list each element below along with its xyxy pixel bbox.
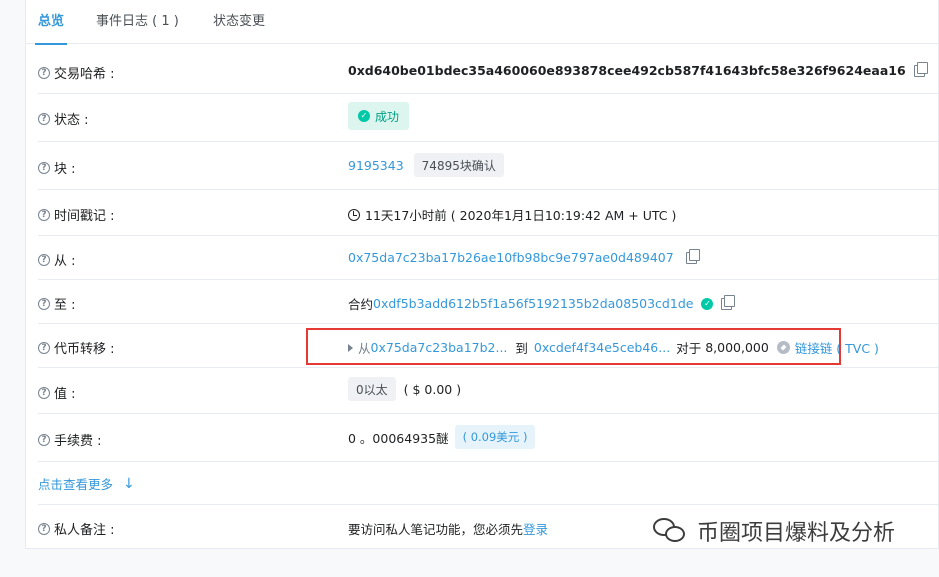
status-badge: ✓ 成功: [348, 102, 410, 130]
transaction-details-card: 总览 事件日志 ( 1 ) 状态变更 ? 交易哈希 : 0xd640be01bd…: [25, 0, 939, 549]
help-icon[interactable]: ?: [38, 522, 50, 535]
login-link[interactable]: 登录: [523, 519, 548, 538]
tab-event-logs[interactable]: 事件日志 ( 1 ): [96, 0, 179, 44]
to-value: 合约 0xdf5b3add612b5f1a56f5192135b2da08503…: [348, 294, 736, 313]
to-label: ? 至 :: [38, 294, 76, 313]
help-icon[interactable]: ?: [38, 112, 50, 125]
row-to: ? 至 : 合约 0xdf5b3add612b5f1a56f5192135b2d…: [38, 280, 939, 324]
show-more-link[interactable]: 点击查看更多 ↓: [38, 474, 135, 493]
help-icon[interactable]: ?: [38, 297, 50, 310]
help-icon[interactable]: ?: [38, 161, 50, 174]
highlight-box: [306, 328, 841, 365]
row-block: ? 块 : 9195343 74895块确认: [38, 142, 939, 190]
tab-state-changes[interactable]: 状态变更: [213, 0, 265, 44]
to-address-link[interactable]: 0xdf5b3add612b5f1a56f5192135b2da08503cd1…: [373, 296, 693, 311]
tx-hash-value: 0xd640be01bdec35a460060e893878cee492cb58…: [348, 61, 928, 78]
value-usd: ( $ 0.00 ): [403, 381, 462, 397]
help-icon[interactable]: ?: [38, 66, 50, 79]
check-circle-icon: ✓: [358, 110, 370, 122]
arrow-down-icon: ↓: [123, 475, 135, 492]
private-note-text: 要访问私人笔记功能，您必须先: [348, 522, 524, 537]
row-timestamp: ? 时间戳记 : 11天17小时前 ( 2020年1月1日10:19:42 AM…: [38, 190, 939, 236]
help-icon[interactable]: ?: [38, 386, 50, 399]
fee-usd-badge: ( 0.09美元 ): [454, 425, 536, 449]
row-from: ? 从 : 0x75da7c23ba17b26ae10fb98bc9e797ae…: [38, 236, 939, 280]
from-label: ? 从 :: [38, 250, 76, 269]
from-value: 0x75da7c23ba17b26ae10fb98bc9e797ae0d4894…: [348, 248, 700, 265]
fee-value: 0 。00064935醚 ( 0.09美元 ): [348, 425, 536, 449]
token-transfer-label: ? 代币转移 :: [38, 338, 115, 357]
fee-eth: 0 。00064935醚: [348, 430, 449, 446]
status-label: ? 状态 :: [38, 109, 89, 128]
copy-icon[interactable]: [721, 294, 736, 310]
row-status: ? 状态 : ✓ 成功: [38, 94, 939, 142]
verified-check-icon: ✓: [701, 297, 714, 310]
timestamp-label: ? 时间戳记 :: [38, 205, 115, 224]
contract-prefix: 合约: [348, 297, 374, 312]
timestamp-value: 11天17小时前 ( 2020年1月1日10:19:42 AM + UTC ): [348, 205, 676, 224]
value-eth-badge: 0以太: [348, 377, 396, 401]
copy-icon[interactable]: [913, 61, 928, 77]
help-icon[interactable]: ?: [38, 208, 50, 221]
value-value: 0以太 ( $ 0.00 ): [348, 377, 461, 401]
copy-icon[interactable]: [685, 248, 700, 264]
clock-icon: [348, 208, 360, 221]
help-icon[interactable]: ?: [38, 253, 50, 266]
tx-hash-text: 0xd640be01bdec35a460060e893878cee492cb58…: [348, 63, 906, 78]
help-icon[interactable]: ?: [38, 433, 50, 446]
tab-bar: 总览 事件日志 ( 1 ) 状态变更: [26, 0, 938, 45]
private-note-value: 要访问私人笔记功能，您必须先 登录: [348, 519, 548, 538]
value-label: ? 值 :: [38, 383, 76, 402]
wechat-icon: [653, 518, 687, 544]
tab-overview[interactable]: 总览: [34, 0, 68, 45]
row-tx-hash: ? 交易哈希 : 0xd640be01bdec35a460060e893878c…: [38, 46, 939, 94]
watermark: 币圈项目爆料及分析: [653, 515, 895, 547]
row-value: ? 值 : 0以太 ( $ 0.00 ): [38, 368, 939, 414]
confirmations-badge: 74895块确认: [413, 153, 504, 177]
fee-label: ? 手续费 :: [38, 430, 102, 449]
block-number-link[interactable]: 9195343: [348, 158, 404, 173]
row-fee: ? 手续费 : 0 。00064935醚 ( 0.09美元 ): [38, 414, 939, 462]
block-label: ? 块 :: [38, 158, 76, 177]
help-icon[interactable]: ?: [38, 341, 50, 354]
status-value: ✓ 成功: [348, 102, 410, 130]
block-value: 9195343 74895块确认: [348, 153, 504, 177]
from-address-link[interactable]: 0x75da7c23ba17b26ae10fb98bc9e797ae0d4894…: [348, 250, 674, 265]
tx-hash-label: ? 交易哈希 :: [38, 63, 115, 82]
private-note-label: ? 私人备注 :: [38, 519, 115, 538]
